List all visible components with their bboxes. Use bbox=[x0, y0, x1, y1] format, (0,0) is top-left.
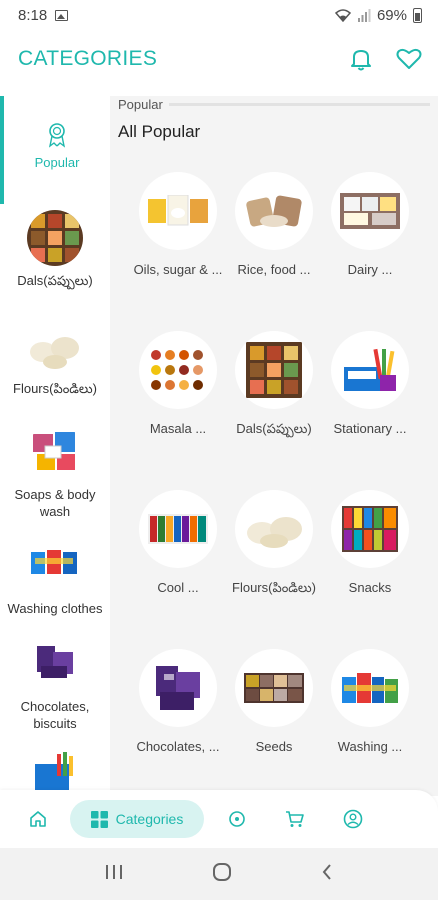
chocolates-thumbnail bbox=[27, 636, 83, 692]
nav-orders[interactable] bbox=[222, 800, 252, 838]
category-tile-label: Cool ... bbox=[157, 580, 199, 595]
image-notification-icon bbox=[55, 9, 69, 21]
sidebar-item-label: Soaps & body wash bbox=[14, 487, 96, 519]
categories-icon bbox=[90, 810, 108, 828]
battery-icon bbox=[413, 7, 422, 23]
category-tile-label: Chocolates, ... bbox=[136, 739, 220, 754]
profile-icon bbox=[343, 809, 363, 829]
category-tile-chocolates[interactable]: Chocolates, ... bbox=[130, 649, 226, 754]
home-button[interactable] bbox=[212, 862, 232, 887]
rice-thumbnail bbox=[235, 172, 313, 250]
sidebar-item-popular[interactable]: Popular bbox=[0, 96, 110, 204]
sidebar-item-soaps[interactable]: Soaps & body wash bbox=[0, 424, 110, 520]
category-tile-rice[interactable]: Rice, food ... bbox=[226, 172, 322, 277]
category-tile-seeds[interactable]: Seeds bbox=[226, 649, 322, 754]
flours-thumbnail bbox=[27, 318, 83, 374]
masala-thumbnail bbox=[139, 331, 217, 409]
bell-icon[interactable] bbox=[350, 47, 372, 71]
category-tile-label: Dals(పప్పులు) bbox=[236, 421, 312, 436]
popular-badge-icon bbox=[48, 123, 66, 148]
nav-categories-label: Categories bbox=[115, 811, 184, 827]
home-icon bbox=[30, 811, 46, 827]
sidebar-item-label: Dals(పప్పులు) bbox=[17, 273, 93, 288]
back-button[interactable] bbox=[321, 863, 333, 886]
nav-cart[interactable] bbox=[280, 800, 310, 838]
battery-percent: 69% bbox=[376, 6, 407, 24]
stationary-thumbnail bbox=[331, 331, 409, 409]
cart-icon bbox=[286, 811, 304, 827]
page-title: CATEGORIES bbox=[18, 47, 158, 70]
category-sidebar: Popular Dals(పప్పులు) Flours(పిండిలు) So… bbox=[0, 96, 110, 796]
category-tile-label: Stationary ... bbox=[333, 421, 407, 436]
system-navigation-bar bbox=[0, 848, 438, 900]
washing-thumbnail bbox=[27, 538, 83, 594]
sidebar-item-flours[interactable]: Flours(పిండిలు) bbox=[0, 318, 110, 397]
status-bar: 8:18 69% bbox=[0, 0, 438, 30]
stationary-thumbnail bbox=[27, 746, 83, 796]
soaps-thumbnail bbox=[27, 424, 83, 480]
nav-categories[interactable]: Categories bbox=[70, 800, 204, 838]
category-tile-label: Seeds bbox=[255, 739, 293, 754]
category-tile-stationary[interactable]: Stationary ... bbox=[322, 331, 418, 436]
category-tile-label: Washing ... bbox=[337, 739, 403, 754]
section-title: All Popular bbox=[118, 122, 201, 141]
sidebar-item-label: Chocolates, biscuits bbox=[20, 699, 90, 731]
recent-apps-button[interactable] bbox=[105, 864, 123, 885]
category-content: Popular All Popular Oils, sugar & ... Ri… bbox=[110, 96, 438, 796]
category-tile-label: Dairy ... bbox=[347, 262, 393, 277]
bottom-navigation: Categories bbox=[0, 790, 438, 848]
wifi-icon bbox=[334, 8, 351, 22]
nav-home[interactable] bbox=[24, 800, 52, 838]
flours-thumbnail bbox=[235, 490, 313, 568]
snacks-thumbnail bbox=[331, 490, 409, 568]
sidebar-item-label: Flours(పిండిలు) bbox=[13, 381, 97, 396]
category-tile-flours[interactable]: Flours(పిండిలు) bbox=[226, 490, 322, 599]
recent-apps-icon bbox=[105, 864, 122, 879]
orders-icon bbox=[229, 811, 245, 827]
washing-thumbnail bbox=[331, 649, 409, 727]
category-tile-cool-drinks[interactable]: Cool ... bbox=[130, 490, 226, 595]
category-tile-snacks[interactable]: Snacks bbox=[322, 490, 418, 595]
home-circle-icon bbox=[212, 862, 231, 881]
section-header: Popular bbox=[118, 96, 430, 112]
category-tile-masala[interactable]: Masala ... bbox=[130, 331, 226, 436]
category-tile-label: Oils, sugar & ... bbox=[133, 262, 223, 277]
sidebar-item-label: Washing clothes bbox=[7, 601, 103, 616]
chocolates-thumbnail bbox=[139, 649, 217, 727]
signal-icon bbox=[357, 8, 371, 22]
category-tile-label: Snacks bbox=[348, 580, 392, 595]
sidebar-item-stationary[interactable] bbox=[0, 746, 110, 796]
section-divider bbox=[168, 102, 430, 106]
back-chevron-icon bbox=[322, 863, 332, 880]
dals-thumbnail bbox=[235, 331, 313, 409]
category-tile-dairy[interactable]: Dairy ... bbox=[322, 172, 418, 277]
seeds-thumbnail bbox=[235, 649, 313, 727]
category-tile-washing[interactable]: Washing ... bbox=[322, 649, 418, 754]
sidebar-item-chocolates[interactable]: Chocolates, biscuits bbox=[0, 636, 110, 732]
category-tile-oils[interactable]: Oils, sugar & ... bbox=[130, 172, 226, 277]
dals-thumbnail bbox=[27, 210, 83, 266]
cool-drinks-thumbnail bbox=[139, 490, 217, 568]
dairy-thumbnail bbox=[331, 172, 409, 250]
category-tile-label: Rice, food ... bbox=[237, 262, 311, 277]
oils-thumbnail bbox=[139, 172, 217, 250]
sidebar-item-washing[interactable]: Washing clothes bbox=[0, 538, 110, 617]
heart-icon[interactable] bbox=[396, 48, 422, 70]
sidebar-item-dals[interactable]: Dals(పప్పులు) bbox=[0, 210, 110, 289]
app-header: CATEGORIES bbox=[0, 30, 438, 88]
section-label: Popular bbox=[118, 96, 163, 112]
nav-profile[interactable] bbox=[338, 800, 368, 838]
status-time: 8:18 bbox=[18, 6, 48, 24]
category-tile-dals[interactable]: Dals(పప్పులు) bbox=[226, 331, 322, 440]
sidebar-item-label: Popular bbox=[34, 155, 80, 170]
category-tile-label: Flours(పిండిలు) bbox=[232, 580, 316, 595]
category-tile-label: Masala ... bbox=[149, 421, 207, 436]
